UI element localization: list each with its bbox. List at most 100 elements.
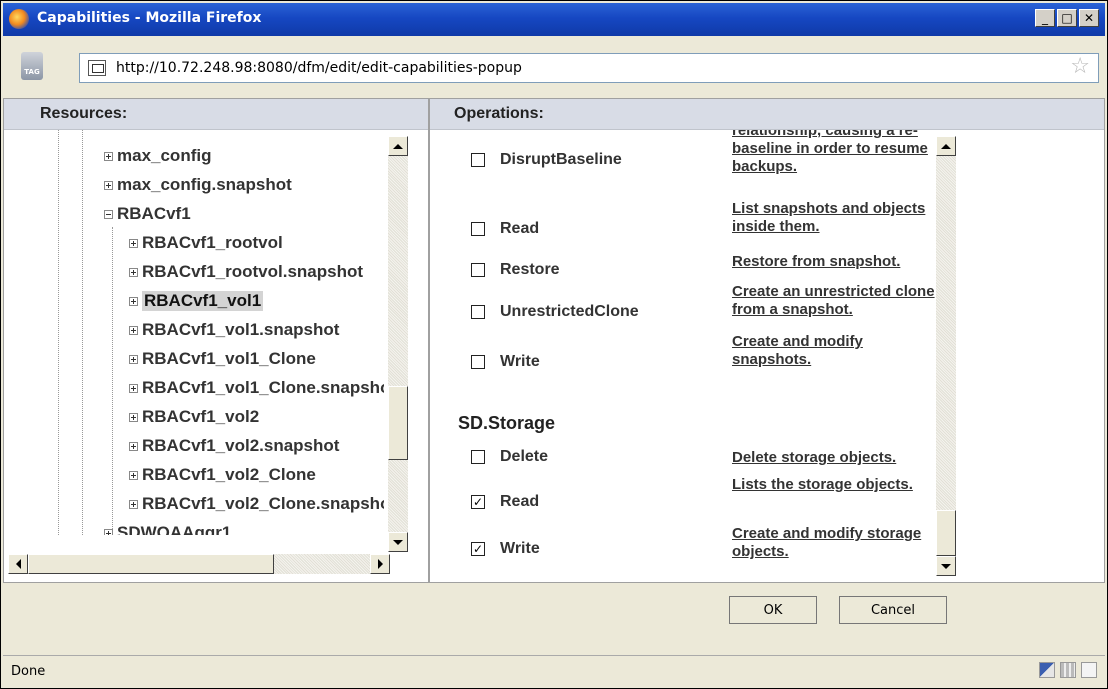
ops-scroll-down-button[interactable] bbox=[936, 556, 956, 576]
scroll-down-button[interactable] bbox=[388, 532, 408, 552]
tree-item-label: RBACvf1_vol1_Clone.snapshot bbox=[142, 378, 384, 397]
star-icon[interactable]: ☆ bbox=[1070, 56, 1090, 78]
tree-item[interactable]: RBACvf1_vol1_Clone bbox=[129, 348, 316, 370]
minimize-button[interactable]: _ bbox=[1035, 9, 1055, 27]
tag-icon[interactable]: TAG bbox=[21, 52, 43, 80]
tree-guide-line bbox=[82, 130, 83, 535]
storage-checkbox[interactable] bbox=[471, 450, 485, 464]
tree-item[interactable]: max_config bbox=[104, 145, 211, 167]
section-title: SD.Storage bbox=[458, 413, 556, 433]
url-text[interactable]: http://10.72.248.98:8080/dfm/edit/edit-c… bbox=[116, 60, 522, 76]
scroll-right-button[interactable] bbox=[370, 554, 390, 574]
arrow-down-icon bbox=[393, 539, 403, 545]
ops-scroll-up-button[interactable] bbox=[936, 136, 956, 156]
tree-item[interactable]: RBACvf1_rootvol.snapshot bbox=[129, 261, 363, 283]
ok-button[interactable]: OK bbox=[729, 596, 817, 624]
resources-header: Resources: bbox=[4, 99, 428, 130]
operation-name: Read bbox=[500, 220, 540, 237]
status-text: Done bbox=[11, 664, 46, 679]
tree-item[interactable]: RBACvf1_vol2.snapshot bbox=[129, 435, 339, 457]
storage-operation-name: Write bbox=[500, 540, 540, 557]
resource-tree: max_config max_config.snapshot RBACvf1 RBAC… bbox=[4, 130, 384, 535]
tree-item[interactable]: RBACvf1_vol1.snapshot bbox=[129, 319, 339, 341]
expand-icon[interactable] bbox=[129, 383, 138, 393]
grid-icon[interactable] bbox=[1060, 662, 1076, 678]
expand-icon[interactable] bbox=[129, 354, 138, 364]
operations-vertical-scrollbar[interactable] bbox=[936, 136, 956, 576]
operation-name: Write bbox=[500, 353, 540, 370]
tree-item-label: SDWQAAggr1 bbox=[117, 523, 232, 535]
cancel-button[interactable]: Cancel bbox=[839, 596, 947, 624]
maximize-button[interactable]: □ bbox=[1057, 9, 1077, 27]
tree-item-label: RBACvf1_rootvol.snapshot bbox=[142, 262, 364, 281]
expand-icon[interactable] bbox=[129, 238, 138, 248]
storage-operation-name: Delete bbox=[500, 448, 549, 465]
scroll-left-button[interactable] bbox=[8, 554, 28, 574]
tree-item-label: RBACvf1_vol1.snapshot bbox=[142, 320, 340, 339]
tree-guide-line bbox=[58, 130, 59, 535]
expand-icon[interactable] bbox=[129, 470, 138, 480]
operation-description-link[interactable]: Create and modify snapshots. bbox=[732, 333, 935, 369]
ops-scroll-thumb[interactable] bbox=[936, 510, 956, 556]
operation-description-link[interactable]: Create an unrestricted clone from a snap… bbox=[732, 283, 935, 319]
mail-icon[interactable] bbox=[1081, 662, 1097, 678]
tree-item[interactable]: RBACvf1 bbox=[104, 203, 191, 225]
navigation-toolbar: TAG http://10.72.248.98:8080/dfm/edit/ed… bbox=[3, 36, 1105, 98]
tree-item-label: RBACvf1_vol2_Clone bbox=[142, 465, 316, 484]
resources-pane: Resources: max_config max_config.snapshot… bbox=[3, 98, 429, 583]
expand-icon[interactable] bbox=[129, 296, 138, 306]
operation-description-link[interactable]: relationship, causing a re-baseline in o… bbox=[732, 130, 935, 176]
operation-checkbox[interactable] bbox=[471, 263, 485, 277]
tree-item[interactable]: RBACvf1_rootvol bbox=[129, 232, 283, 254]
monitor-icon[interactable] bbox=[1039, 662, 1055, 678]
title-bar[interactable]: Capabilities - Mozilla Firefox _ □ ✕ bbox=[3, 3, 1105, 36]
operation-checkbox[interactable] bbox=[471, 153, 485, 167]
operation-description-link[interactable]: List snapshots and objects inside them. bbox=[732, 200, 935, 236]
tree-item[interactable]: RBACvf1_vol2_Clone bbox=[129, 464, 316, 486]
url-field[interactable]: http://10.72.248.98:8080/dfm/edit/edit-c… bbox=[79, 53, 1099, 83]
expand-icon[interactable] bbox=[104, 180, 113, 190]
tree-item-label: RBACvf1_vol1_Clone bbox=[142, 349, 316, 368]
operation-checkbox[interactable] bbox=[471, 222, 485, 236]
tree-scroll-thumb[interactable] bbox=[388, 386, 408, 460]
expand-icon[interactable] bbox=[129, 412, 138, 422]
tree-vertical-scrollbar[interactable] bbox=[388, 136, 408, 552]
storage-operation-name: Read bbox=[500, 493, 540, 510]
operation-checkbox[interactable] bbox=[471, 355, 485, 369]
expand-icon[interactable] bbox=[129, 441, 138, 451]
operation-name: Restore bbox=[500, 261, 560, 278]
tree-hscroll-thumb[interactable] bbox=[28, 554, 274, 574]
expand-icon[interactable] bbox=[104, 528, 113, 535]
storage-checkbox[interactable]: ✓ bbox=[471, 495, 485, 509]
operation-checkbox[interactable] bbox=[471, 305, 485, 319]
arrow-right-icon bbox=[377, 559, 383, 569]
tree-item[interactable]: RBACvf1_vol2 bbox=[129, 406, 259, 428]
scroll-up-button[interactable] bbox=[388, 136, 408, 156]
tree-item[interactable]: RBACvf1_vol2_Clone.snapshot bbox=[129, 493, 384, 515]
storage-description-link[interactable]: Create and modify storage objects. bbox=[732, 525, 935, 561]
status-bar: Done bbox=[3, 655, 1105, 687]
tree-item[interactable]: RBACvf1_vol1 bbox=[129, 290, 264, 312]
expand-icon[interactable] bbox=[129, 267, 138, 277]
arrow-down-icon bbox=[941, 563, 951, 569]
arrow-left-icon bbox=[15, 559, 21, 569]
tree-item-label: RBACvf1_vol2.snapshot bbox=[142, 436, 340, 455]
operation-description-link[interactable]: Restore from snapshot. bbox=[732, 253, 935, 271]
tree-item-label: RBACvf1_vol1 bbox=[142, 291, 264, 311]
expand-icon[interactable] bbox=[129, 325, 138, 335]
storage-checkbox[interactable]: ✓ bbox=[471, 542, 485, 556]
close-button[interactable]: ✕ bbox=[1079, 9, 1099, 27]
tree-item[interactable]: max_config.snapshot bbox=[104, 174, 292, 196]
storage-description-link[interactable]: Lists the storage objects. bbox=[732, 476, 935, 494]
tree-item[interactable]: SDWQAAggr1 bbox=[104, 522, 231, 535]
tree-item-label: max_config bbox=[117, 146, 212, 165]
expand-icon[interactable] bbox=[129, 499, 138, 509]
operations-pane: Operations: DisruptBaseline relationship,… bbox=[429, 98, 1105, 583]
collapse-icon[interactable] bbox=[104, 209, 113, 219]
storage-description-link[interactable]: Delete storage objects. bbox=[732, 449, 935, 467]
resources-header-label: Resources: bbox=[40, 105, 128, 122]
tree-item[interactable]: RBACvf1_vol1_Clone.snapshot bbox=[129, 377, 384, 399]
expand-icon[interactable] bbox=[104, 151, 113, 161]
tree-horizontal-scrollbar[interactable] bbox=[8, 554, 390, 574]
tree-item-label: max_config.snapshot bbox=[117, 175, 292, 194]
